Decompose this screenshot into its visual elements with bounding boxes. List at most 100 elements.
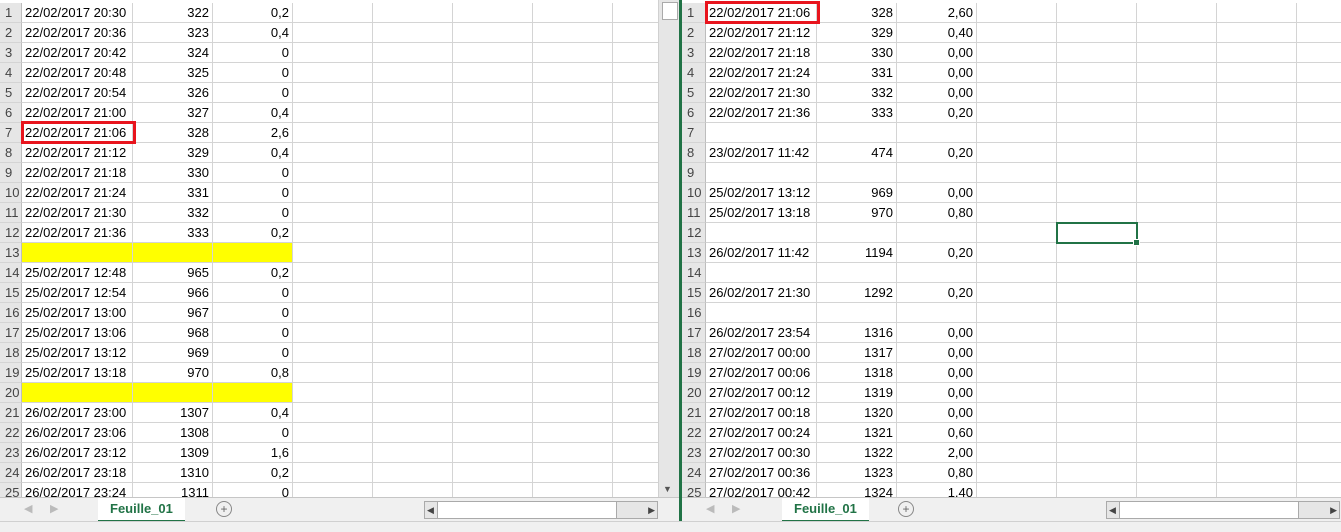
empty-cell[interactable] [533, 263, 613, 283]
date-cell[interactable]: 23/02/2017 11:42 [706, 143, 817, 163]
empty-cell[interactable] [1137, 423, 1217, 443]
index-cell[interactable]: 967 [133, 303, 213, 323]
empty-cell[interactable] [1297, 403, 1341, 423]
empty-cell[interactable] [1137, 483, 1217, 497]
empty-cell[interactable] [613, 203, 658, 223]
empty-cell[interactable] [1137, 463, 1217, 483]
empty-cell[interactable] [373, 303, 453, 323]
value-cell[interactable]: 0,20 [897, 243, 977, 263]
value-cell[interactable]: 0,4 [213, 23, 293, 43]
date-cell[interactable]: 22/02/2017 20:36 [22, 23, 133, 43]
date-cell[interactable]: 22/02/2017 20:54 [22, 83, 133, 103]
empty-cell[interactable] [533, 463, 613, 483]
row-header[interactable]: 24 [0, 463, 22, 483]
value-cell[interactable]: 0,00 [897, 383, 977, 403]
date-cell[interactable]: 26/02/2017 11:42 [706, 243, 817, 263]
empty-cell[interactable] [1137, 123, 1217, 143]
empty-cell[interactable] [1137, 183, 1217, 203]
empty-cell[interactable] [1297, 183, 1341, 203]
value-cell[interactable]: 0,2 [213, 463, 293, 483]
row-header[interactable]: 1 [682, 3, 706, 23]
empty-cell[interactable] [1217, 363, 1297, 383]
empty-cell[interactable] [533, 283, 613, 303]
date-cell[interactable]: 25/02/2017 12:54 [22, 283, 133, 303]
empty-cell[interactable] [1057, 143, 1137, 163]
value-cell[interactable]: 0 [213, 43, 293, 63]
date-cell[interactable]: 27/02/2017 00:00 [706, 343, 817, 363]
empty-cell[interactable] [977, 203, 1057, 223]
empty-cell[interactable] [453, 483, 533, 497]
value-cell[interactable]: 0,60 [897, 423, 977, 443]
index-cell[interactable]: 327 [133, 103, 213, 123]
index-cell[interactable]: 325 [133, 63, 213, 83]
index-cell[interactable]: 333 [133, 223, 213, 243]
row-header[interactable]: 8 [682, 143, 706, 163]
empty-cell[interactable] [373, 443, 453, 463]
empty-cell[interactable] [1217, 3, 1297, 23]
empty-cell[interactable] [373, 123, 453, 143]
empty-cell[interactable] [453, 83, 533, 103]
index-cell[interactable]: 1307 [133, 403, 213, 423]
value-cell[interactable]: 0 [213, 183, 293, 203]
value-cell[interactable]: 0 [213, 483, 293, 497]
empty-cell[interactable] [613, 323, 658, 343]
empty-cell[interactable] [1057, 183, 1137, 203]
row-header[interactable]: 12 [682, 223, 706, 243]
value-cell[interactable]: 0,00 [897, 183, 977, 203]
empty-cell[interactable] [1217, 343, 1297, 363]
row-header[interactable]: 8 [0, 143, 22, 163]
row-header[interactable]: 21 [0, 403, 22, 423]
row-header[interactable]: 12 [0, 223, 22, 243]
empty-cell[interactable] [1217, 203, 1297, 223]
empty-cell[interactable] [613, 3, 658, 23]
empty-cell[interactable] [453, 163, 533, 183]
empty-cell[interactable] [977, 243, 1057, 263]
empty-cell[interactable] [1297, 303, 1341, 323]
row-header[interactable]: 9 [0, 163, 22, 183]
empty-cell[interactable] [373, 383, 453, 403]
value-cell[interactable]: 0,20 [897, 103, 977, 123]
empty-cell[interactable] [1217, 103, 1297, 123]
date-cell[interactable] [706, 123, 817, 143]
date-cell[interactable]: 25/02/2017 13:12 [706, 183, 817, 203]
row-header[interactable]: 13 [682, 243, 706, 263]
empty-cell[interactable] [373, 203, 453, 223]
date-cell[interactable]: 27/02/2017 00:36 [706, 463, 817, 483]
empty-cell[interactable] [1057, 363, 1137, 383]
selected-cell-e12[interactable] [1056, 222, 1140, 246]
date-cell[interactable]: 22/02/2017 21:12 [706, 23, 817, 43]
empty-cell[interactable] [1297, 483, 1341, 497]
empty-cell[interactable] [533, 243, 613, 263]
empty-cell[interactable] [1057, 323, 1137, 343]
value-cell[interactable] [897, 263, 977, 283]
row-header[interactable]: 15 [682, 283, 706, 303]
empty-cell[interactable] [613, 423, 658, 443]
empty-cell[interactable] [453, 263, 533, 283]
empty-cell[interactable] [453, 143, 533, 163]
row-header[interactable]: 5 [682, 83, 706, 103]
date-cell[interactable] [22, 243, 133, 263]
value-cell[interactable]: 0,00 [897, 323, 977, 343]
row-header[interactable]: 7 [682, 123, 706, 143]
empty-cell[interactable] [613, 443, 658, 463]
empty-cell[interactable] [977, 283, 1057, 303]
empty-cell[interactable] [533, 303, 613, 323]
empty-cell[interactable] [613, 63, 658, 83]
index-cell[interactable]: 1309 [133, 443, 213, 463]
empty-cell[interactable] [453, 423, 533, 443]
empty-cell[interactable] [1217, 403, 1297, 423]
empty-cell[interactable] [613, 463, 658, 483]
value-cell[interactable]: 0 [213, 343, 293, 363]
index-cell[interactable]: 1320 [817, 403, 897, 423]
empty-cell[interactable] [1137, 343, 1217, 363]
row-header[interactable]: 19 [682, 363, 706, 383]
empty-cell[interactable] [977, 23, 1057, 43]
empty-cell[interactable] [293, 303, 373, 323]
empty-cell[interactable] [1297, 363, 1341, 383]
empty-cell[interactable] [453, 403, 533, 423]
value-cell[interactable]: 2,60 [897, 3, 977, 23]
empty-cell[interactable] [533, 483, 613, 497]
empty-cell[interactable] [293, 463, 373, 483]
row-header[interactable]: 22 [682, 423, 706, 443]
empty-cell[interactable] [1217, 283, 1297, 303]
